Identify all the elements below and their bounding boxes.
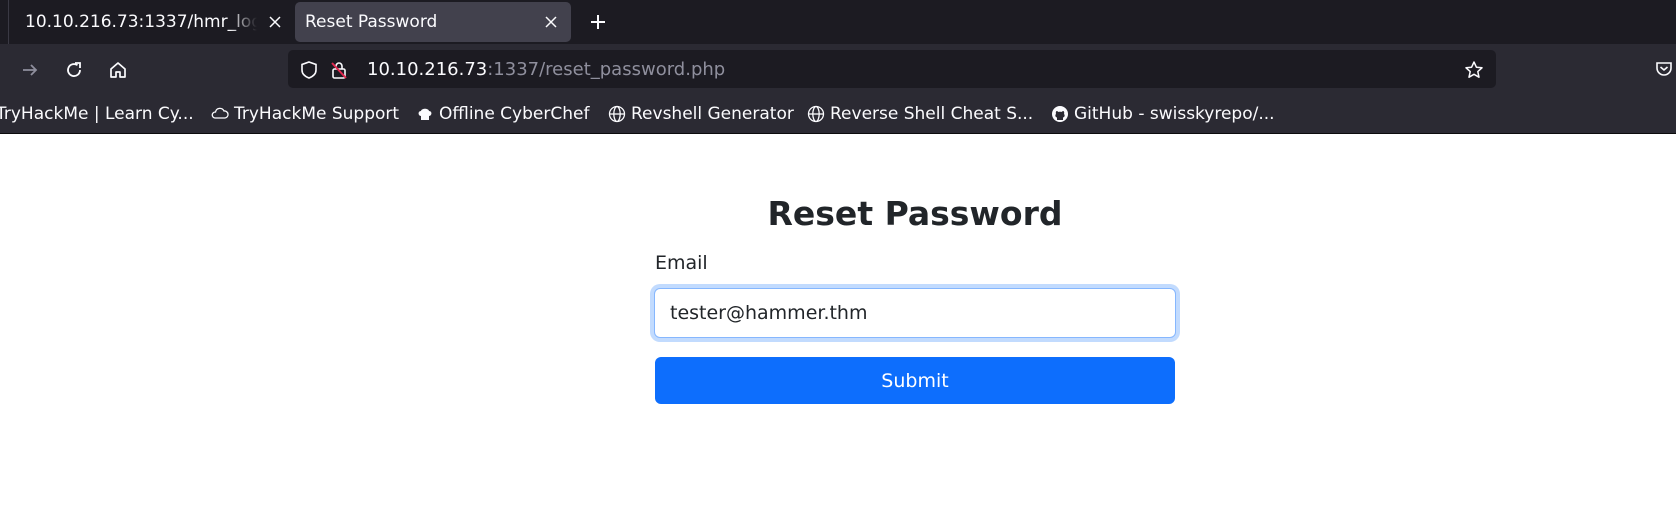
tab-title: Reset Password (305, 12, 438, 32)
insecure-lock-icon[interactable] (328, 59, 350, 81)
home-button[interactable] (105, 57, 131, 83)
bookmark-label: TryHackMe Support (234, 104, 400, 124)
chef-hat-icon (415, 104, 435, 124)
forward-button[interactable] (17, 57, 43, 83)
url-host: 10.10.216.73 (367, 59, 488, 80)
email-field[interactable] (654, 288, 1176, 338)
navigation-toolbar: 10.10.216.73:1337/reset_password.php (0, 44, 1676, 94)
url-path: :1337/reset_password.php (487, 59, 726, 80)
page-content: Reset Password Email Submit (0, 135, 1676, 524)
bookmarks-toolbar: TryHackMe | Learn Cy... TryHackMe Suppor… (0, 94, 1676, 134)
url-text[interactable]: 10.10.216.73:1337/reset_password.php (367, 59, 725, 80)
submit-button[interactable]: Submit (655, 357, 1175, 404)
tab-reset-password[interactable]: Reset Password (295, 2, 571, 42)
github-icon (1050, 104, 1070, 124)
page-title: Reset Password (767, 194, 1063, 233)
bookmark-label: GitHub - swisskyrepo/... (1074, 104, 1275, 124)
tab-title: 10.10.216.73:1337/hmr_logs/ (25, 12, 257, 32)
bookmark-reverse-shell-cheat[interactable]: Reverse Shell Cheat S... (806, 103, 1033, 125)
reload-button[interactable] (61, 57, 87, 83)
tab-hmr-logs[interactable]: 10.10.216.73:1337/hmr_logs/ (8, 0, 281, 44)
new-tab-button[interactable] (586, 10, 610, 34)
globe-icon (607, 104, 627, 124)
tab-strip: 10.10.216.73:1337/hmr_logs/ Reset Passwo… (0, 0, 1676, 44)
bookmark-label: TryHackMe | Learn Cy... (0, 104, 194, 124)
bookmark-label: Reverse Shell Cheat S... (830, 104, 1034, 124)
url-bar[interactable]: 10.10.216.73:1337/reset_password.php (288, 50, 1496, 88)
globe-icon (806, 104, 826, 124)
shield-icon[interactable] (298, 59, 320, 81)
cloud-support-icon (210, 104, 230, 124)
bookmark-github-swisskyrepo[interactable]: GitHub - swisskyrepo/... (1050, 103, 1275, 125)
bookmark-revshell-generator[interactable]: Revshell Generator (607, 103, 794, 125)
pocket-icon[interactable] (1654, 57, 1676, 81)
bookmark-tryhackme-support[interactable]: TryHackMe Support (210, 103, 399, 125)
close-icon[interactable] (541, 12, 561, 32)
arrow-right-icon (23, 64, 38, 76)
home-icon (110, 62, 126, 78)
bookmark-tryhackme[interactable]: TryHackMe | Learn Cy... (0, 103, 194, 125)
bookmark-star-icon[interactable] (1462, 58, 1486, 82)
bookmark-label: Revshell Generator (631, 104, 794, 124)
reload-icon (67, 62, 81, 77)
close-icon[interactable] (265, 12, 285, 32)
email-label: Email (655, 252, 708, 274)
bookmark-offline-cyberchef[interactable]: Offline CyberChef (415, 103, 589, 125)
bookmark-label: Offline CyberChef (439, 104, 590, 124)
